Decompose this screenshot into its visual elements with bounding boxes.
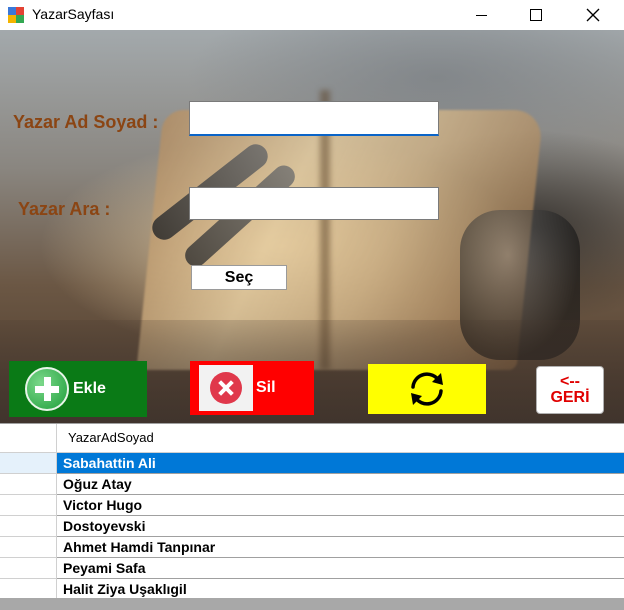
table-row[interactable]: Sabahattin Ali: [0, 453, 624, 474]
delete-icon: [210, 372, 242, 404]
author-name-label: Yazar Ad Soyad :: [13, 112, 159, 132]
author-name-input[interactable]: [189, 101, 439, 136]
refresh-button[interactable]: [368, 364, 486, 414]
author-name-cell[interactable]: Halit Ziya Uşaklıgil: [57, 579, 624, 600]
back-button-label: GERİ: [550, 389, 590, 406]
select-button[interactable]: Seç: [191, 265, 287, 290]
close-icon: [586, 8, 600, 22]
minimize-icon: [475, 14, 487, 16]
author-name-cell[interactable]: Peyami Safa: [57, 558, 624, 579]
author-name-cell[interactable]: Oğuz Atay: [57, 474, 624, 495]
row-header[interactable]: [0, 558, 57, 579]
grid-header: YazarAdSoyad: [0, 424, 624, 453]
window-title: YazarSayfası: [32, 6, 115, 22]
table-row[interactable]: Victor Hugo: [0, 495, 624, 516]
table-row[interactable]: Ahmet Hamdi Tanpınar: [0, 537, 624, 558]
author-search-input[interactable]: [189, 187, 439, 220]
row-header[interactable]: [0, 474, 57, 495]
back-button[interactable]: <-- GERİ: [536, 366, 604, 414]
author-name-cell[interactable]: Sabahattin Ali: [57, 453, 624, 474]
delete-button-label: Sil: [256, 379, 276, 396]
horizontal-scrollbar[interactable]: [0, 598, 624, 610]
table-row[interactable]: Dostoyevski: [0, 516, 624, 537]
minimize-button[interactable]: [458, 0, 504, 30]
add-button[interactable]: Ekle: [9, 361, 147, 417]
title-bar: YazarSayfası: [0, 0, 624, 30]
row-header-corner: [0, 424, 57, 452]
row-header[interactable]: [0, 453, 57, 474]
author-name-cell[interactable]: Ahmet Hamdi Tanpınar: [57, 537, 624, 558]
maximize-icon: [530, 9, 542, 21]
author-search-label: Yazar Ara :: [18, 199, 111, 219]
table-row[interactable]: Peyami Safa: [0, 558, 624, 579]
close-button[interactable]: [570, 0, 616, 30]
authors-grid[interactable]: YazarAdSoyad Sabahattin Ali Oğuz Atay Vict…: [0, 423, 624, 600]
add-button-label: Ekle: [73, 380, 106, 397]
row-header[interactable]: [0, 579, 57, 600]
maximize-button[interactable]: [513, 0, 559, 30]
refresh-icon: [411, 372, 443, 406]
author-name-cell[interactable]: Dostoyevski: [57, 516, 624, 537]
plus-icon: [25, 367, 69, 411]
app-icon: [8, 7, 24, 23]
delete-button[interactable]: Sil: [190, 361, 314, 415]
form-panel: Yazar Ad Soyad : Yazar Ara : Seç Ekle Si…: [0, 30, 624, 423]
row-header[interactable]: [0, 537, 57, 558]
back-arrow-icon: <--: [560, 373, 580, 390]
table-row[interactable]: Halit Ziya Uşaklıgil: [0, 579, 624, 600]
author-name-cell[interactable]: Victor Hugo: [57, 495, 624, 516]
row-header[interactable]: [0, 516, 57, 537]
column-header-yazaradsoyad[interactable]: YazarAdSoyad: [68, 430, 154, 445]
table-row[interactable]: Oğuz Atay: [0, 474, 624, 495]
row-header[interactable]: [0, 495, 57, 516]
